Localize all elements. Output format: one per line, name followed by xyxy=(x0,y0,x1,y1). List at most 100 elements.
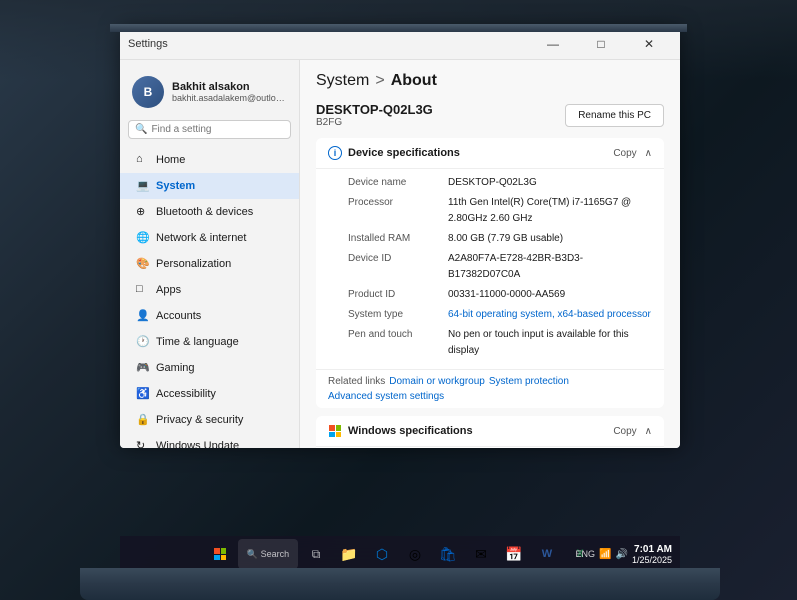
windows-specs-section: Windows specifications Copy ∧ Edition Wi… xyxy=(316,416,664,448)
sidebar-item-accessibility-label: Accessibility xyxy=(156,388,216,400)
info-icon: i xyxy=(328,146,342,160)
breadcrumb-separator: > xyxy=(375,72,384,90)
close-button[interactable]: ✕ xyxy=(626,28,672,60)
accounts-icon: 👤 xyxy=(136,309,150,323)
taskview-button[interactable]: ⧉ xyxy=(301,539,331,569)
spec-row-device-name: Device name DESKTOP-Q02L3G xyxy=(348,173,652,193)
windows-specs-header[interactable]: Windows specifications Copy ∧ xyxy=(316,416,664,447)
sidebar-item-network[interactable]: 🌐 Network & internet xyxy=(120,225,299,251)
edge-button[interactable]: ⬡ xyxy=(367,539,397,569)
sidebar-item-gaming-label: Gaming xyxy=(156,362,195,374)
tray-clock[interactable]: 7:01 AM 1/25/2025 xyxy=(632,544,672,565)
spec-value-pen-touch: No pen or touch input is available for t… xyxy=(448,327,652,359)
gaming-icon: 🎮 xyxy=(136,361,150,375)
privacy-icon: 🔒 xyxy=(136,413,150,427)
device-specs-section: i Device specifications Copy ∧ Device na… xyxy=(316,138,664,408)
network-icon: 🌐 xyxy=(136,231,150,245)
sidebar-item-bluetooth[interactable]: ⊕ Bluetooth & devices xyxy=(120,199,299,225)
spec-value-device-id: A2A80F7A-E728-42BR-B3D3-B17382D07C0A xyxy=(448,251,652,283)
avatar: B xyxy=(132,76,164,108)
rename-pc-button[interactable]: Rename this PC xyxy=(565,104,664,127)
tray-lang: ENG xyxy=(576,549,596,559)
breadcrumb-root: System xyxy=(316,72,369,90)
search-icon: 🔍 xyxy=(135,124,147,135)
time-icon: 🕐 xyxy=(136,335,150,349)
spec-label-processor: Processor xyxy=(348,195,448,227)
sidebar-item-time[interactable]: 🕐 Time & language xyxy=(120,329,299,355)
pc-name: DESKTOP-Q02L3G xyxy=(316,102,433,117)
related-link-domain[interactable]: Domain or workgroup xyxy=(389,376,485,387)
laptop-screen: Settings — □ ✕ B Bakhit alsakon bakhit.a… xyxy=(120,28,680,448)
sidebar-item-apps-label: Apps xyxy=(156,284,181,296)
spec-label-device-name: Device name xyxy=(348,175,448,191)
sidebar-item-personalization[interactable]: 🎨 Personalization xyxy=(120,251,299,277)
sidebar-item-time-label: Time & language xyxy=(156,336,239,348)
taskbar-tray: ENG 📶 🔊 7:01 AM 1/25/2025 xyxy=(576,544,672,565)
mail-button[interactable]: ✉ xyxy=(466,539,496,569)
calendar-button[interactable]: 📅 xyxy=(499,539,529,569)
window-controls: — □ ✕ xyxy=(530,28,672,60)
search-box[interactable]: 🔍 xyxy=(128,120,291,139)
sidebar-item-accounts[interactable]: 👤 Accounts xyxy=(120,303,299,329)
windows-specs-title: Windows specifications xyxy=(348,425,473,437)
breadcrumb-current: About xyxy=(391,72,437,90)
spec-value-ram: 8.00 GB (7.79 GB usable) xyxy=(448,231,652,247)
taskbar: 🔍 Search ⧉ 📁 ⬡ ◎ 🛍 ✉ 📅 W X ENG 📶 🔊 7:01 … xyxy=(120,536,680,572)
maximize-button[interactable]: □ xyxy=(578,28,624,60)
windows-specs-table: Edition Windows 11 Pro Version 24H2 Inst… xyxy=(316,447,664,448)
related-link-advanced[interactable]: Advanced system settings xyxy=(328,391,444,402)
chrome-button[interactable]: ◎ xyxy=(400,539,430,569)
windows-logo-icon xyxy=(328,424,342,438)
start-button[interactable] xyxy=(205,539,235,569)
system-icon: 💻 xyxy=(136,179,150,193)
sidebar-item-system[interactable]: 💻 System xyxy=(120,173,299,199)
device-specs-table: Device name DESKTOP-Q02L3G Processor 11t… xyxy=(316,169,664,369)
home-icon: ⌂ xyxy=(136,153,150,167)
pc-desc: B2FG xyxy=(316,117,433,128)
windows-specs-copy[interactable]: Copy xyxy=(613,426,636,437)
device-specs-copy[interactable]: Copy xyxy=(613,148,636,159)
related-link-protection[interactable]: System protection xyxy=(489,376,569,387)
pc-name-info: DESKTOP-Q02L3G B2FG xyxy=(316,102,433,128)
spec-row-pen-touch: Pen and touch No pen or touch input is a… xyxy=(348,325,652,361)
device-specs-header[interactable]: i Device specifications Copy ∧ xyxy=(316,138,664,169)
explorer-button[interactable]: 📁 xyxy=(334,539,364,569)
store-button[interactable]: 🛍 xyxy=(433,539,463,569)
breadcrumb: System > About xyxy=(316,72,664,90)
tray-time: 7:01 AM xyxy=(632,544,672,555)
spec-row-processor: Processor 11th Gen Intel(R) Core(TM) i7-… xyxy=(348,193,652,229)
taskbar-icons: 🔍 Search ⧉ 📁 ⬡ ◎ 🛍 ✉ 📅 W X xyxy=(205,539,595,569)
spec-label-pen-touch: Pen and touch xyxy=(348,327,448,359)
main-content: System > About DESKTOP-Q02L3G B2FG Renam… xyxy=(300,60,680,448)
tray-wifi-icon: 📶 xyxy=(599,549,611,560)
tray-volume-icon: 🔊 xyxy=(616,549,628,560)
spec-value-product-id: 00331-11000-0000-AA569 xyxy=(448,287,652,303)
sidebar-item-update-label: Windows Update xyxy=(156,440,239,448)
sidebar-item-update[interactable]: ↻ Windows Update xyxy=(120,433,299,448)
window-title: Settings xyxy=(128,38,168,50)
tray-date: 1/25/2025 xyxy=(632,555,672,565)
sidebar-item-privacy[interactable]: 🔒 Privacy & security xyxy=(120,407,299,433)
spec-label-system-type: System type xyxy=(348,307,448,323)
minimize-button[interactable]: — xyxy=(530,28,576,60)
device-specs-title: Device specifications xyxy=(348,147,460,159)
settings-layout: B Bakhit alsakon bakhit.asadalakem@outlo… xyxy=(120,60,680,448)
spec-row-product-id: Product ID 00331-11000-0000-AA569 xyxy=(348,285,652,305)
sidebar-item-privacy-label: Privacy & security xyxy=(156,414,243,426)
spec-label-ram: Installed RAM xyxy=(348,231,448,247)
sidebar-item-home[interactable]: ⌂ Home xyxy=(120,147,299,173)
sidebar-item-accessibility[interactable]: ♿ Accessibility xyxy=(120,381,299,407)
spec-value-processor: 11th Gen Intel(R) Core(TM) i7-1165G7 @ 2… xyxy=(448,195,652,227)
laptop-hinge xyxy=(110,24,687,32)
bluetooth-icon: ⊕ xyxy=(136,205,150,219)
update-icon: ↻ xyxy=(136,439,150,448)
search-taskbar-button[interactable]: 🔍 Search xyxy=(238,539,298,569)
spec-value-device-name: DESKTOP-Q02L3G xyxy=(448,175,652,191)
word-button[interactable]: W xyxy=(532,539,562,569)
user-info: Bakhit alsakon bakhit.asadalakem@outlook… xyxy=(172,81,287,103)
sidebar-item-gaming[interactable]: 🎮 Gaming xyxy=(120,355,299,381)
search-input[interactable] xyxy=(151,124,284,135)
sidebar-item-apps[interactable]: □ Apps xyxy=(120,277,299,303)
user-section: B Bakhit alsakon bakhit.asadalakem@outlo… xyxy=(120,68,299,120)
sidebar: B Bakhit alsakon bakhit.asadalakem@outlo… xyxy=(120,60,300,448)
